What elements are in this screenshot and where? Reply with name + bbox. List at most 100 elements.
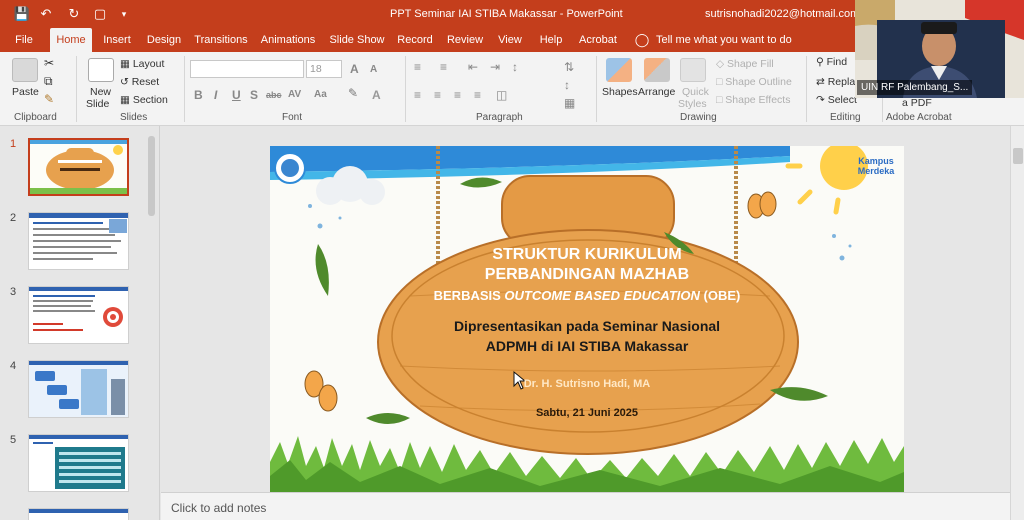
columns-icon[interactable]: ◫ (496, 88, 507, 102)
separator (806, 56, 807, 122)
scrollbar-thumb[interactable] (1013, 148, 1023, 164)
replace-button[interactable]: ⇄ Replac (816, 76, 860, 88)
editor-scrollbar[interactable] (1010, 126, 1024, 520)
layout-button[interactable]: ▦ Layout (120, 58, 164, 70)
highlight-icon[interactable]: ✎ (348, 86, 358, 100)
tab-home[interactable]: Home (50, 28, 92, 52)
thumbnail-number: 3 (10, 286, 17, 298)
find-button[interactable]: ⚲ Find (816, 56, 847, 68)
increase-font-icon[interactable]: A (350, 62, 359, 76)
customize-toolbar-icon[interactable]: ▾ (116, 6, 132, 22)
increase-indent-icon[interactable]: ⇥ (490, 60, 500, 74)
slide-thumbnail-5[interactable] (28, 434, 129, 492)
align-center-icon[interactable]: ≡ (434, 88, 441, 102)
kampus-merdeka-logo: Kampus Merdeka (857, 156, 895, 176)
slide-thumbnails-panel: 1 2 3 4 5 (0, 126, 160, 520)
format-painter-icon[interactable]: ✎ (44, 92, 54, 106)
smartart-icon[interactable]: ▦ (564, 96, 575, 110)
copy-icon[interactable]: ⧉ (44, 74, 53, 89)
slide-thumbnail-3[interactable] (28, 286, 129, 344)
shadow-icon[interactable]: S (250, 88, 258, 102)
font-family-dropdown[interactable] (190, 60, 304, 78)
tab-slide-show[interactable]: Slide Show (328, 28, 386, 52)
slide-thumbnail-6[interactable] (28, 508, 129, 520)
quick-styles-line2[interactable]: Styles (678, 98, 707, 110)
shape-fill-button[interactable]: ◇ Shape Fill (716, 58, 774, 70)
shapes-icon[interactable] (606, 58, 632, 82)
tab-acrobat[interactable]: Acrobat (576, 28, 620, 52)
bullets-icon[interactable]: ≡ (414, 60, 421, 74)
slide-thumbnail-image (29, 213, 128, 269)
arrange-icon[interactable] (644, 58, 670, 82)
decrease-indent-icon[interactable]: ⇤ (468, 60, 478, 74)
tab-review[interactable]: Review (445, 28, 485, 52)
paste-icon[interactable] (12, 58, 38, 82)
tab-record[interactable]: Record (395, 28, 435, 52)
character-spacing-icon[interactable]: AV (288, 89, 301, 100)
slide-thumbnail-4[interactable] (28, 360, 129, 418)
align-right-icon[interactable]: ≡ (454, 88, 461, 102)
slide-title-line3-emphasis: OUTCOME BASED EDUCATION (504, 288, 700, 303)
tab-help[interactable]: Help (536, 28, 566, 52)
line-spacing-icon[interactable]: ↕ (512, 60, 518, 74)
thumbnail-number: 4 (10, 360, 17, 372)
shapes-button[interactable]: Shapes (602, 86, 638, 98)
start-from-beginning-icon[interactable]: ▢ (92, 6, 108, 22)
align-text-icon[interactable]: ↕ (564, 78, 570, 92)
shape-effects-button[interactable]: □ Shape Effects (716, 94, 790, 106)
account-email[interactable]: sutrisnohadi2022@hotmail.com (705, 8, 859, 20)
slide-editor[interactable]: STRUKTUR KURIKULUM PERBANDINGAN MAZHAB B… (161, 126, 1010, 492)
save-icon[interactable]: 💾 (14, 6, 30, 22)
drawing-group-label: Drawing (680, 112, 717, 123)
shape-outline-button[interactable]: □ Shape Outline (716, 76, 792, 88)
lightbulb-icon: ◯ (634, 32, 650, 47)
justify-icon[interactable]: ≡ (474, 88, 481, 102)
tab-transitions[interactable]: Transitions (193, 28, 249, 52)
notes-pane[interactable]: Click to add notes (161, 492, 1010, 520)
slide-presented-line1[interactable]: Dipresentasikan pada Seminar Nasional (270, 318, 904, 334)
font-color-icon[interactable]: A (372, 88, 381, 102)
arrange-button[interactable]: Arrange (638, 86, 675, 98)
notes-placeholder[interactable]: Click to add notes (171, 501, 266, 515)
tab-view[interactable]: View (494, 28, 526, 52)
tab-design[interactable]: Design (144, 28, 184, 52)
slide-title-line1[interactable]: STRUKTUR KURIKULUM (270, 246, 904, 264)
new-slide-button-line1[interactable]: New (90, 86, 111, 98)
text-direction-icon[interactable]: ⇅ (564, 60, 574, 74)
current-slide[interactable]: STRUKTUR KURIKULUM PERBANDINGAN MAZHAB B… (270, 146, 904, 492)
undo-icon[interactable]: ↶ (38, 6, 54, 22)
paste-button[interactable]: Paste (12, 86, 39, 98)
new-slide-icon[interactable] (88, 58, 114, 82)
tell-me-search[interactable]: Tell me what you want to do (656, 28, 796, 52)
thumbnails-scrollbar[interactable] (148, 136, 155, 216)
create-pdf-button[interactable]: a PDF (902, 97, 932, 109)
new-slide-button-line2[interactable]: Slide (86, 98, 109, 110)
slide-author[interactable]: Dr. H. Sutrisno Hadi, MA (270, 378, 904, 390)
font-size-dropdown[interactable]: 18 (306, 60, 342, 78)
slide-title-line2[interactable]: PERBANDINGAN MAZHAB (270, 266, 904, 284)
font-group-label: Font (282, 112, 303, 123)
align-left-icon[interactable]: ≡ (414, 88, 421, 102)
decrease-font-icon[interactable]: A (370, 64, 377, 75)
quick-styles-line1[interactable]: Quick (682, 86, 709, 98)
select-button[interactable]: ↷ Select (816, 94, 857, 106)
tab-animations[interactable]: Animations (259, 28, 317, 52)
italic-icon[interactable]: I (214, 88, 217, 102)
tab-file[interactable]: File (8, 28, 40, 52)
change-case-icon[interactable]: Aa (314, 89, 327, 100)
bold-icon[interactable]: B (194, 88, 203, 102)
slide-title-line3[interactable]: BERBASIS OUTCOME BASED EDUCATION (OBE) (270, 288, 904, 303)
slide-thumbnail-2[interactable] (28, 212, 129, 270)
tab-insert[interactable]: Insert (100, 28, 134, 52)
underline-icon[interactable]: U (232, 88, 241, 102)
slide-presented-line2[interactable]: ADPMH di IAI STIBA Makassar (270, 338, 904, 354)
slide-date[interactable]: Sabtu, 21 Juni 2025 (270, 407, 904, 419)
cut-icon[interactable]: ✂ (44, 56, 54, 70)
strikethrough-icon[interactable]: abc (266, 90, 282, 100)
numbering-icon[interactable]: ≡ (440, 60, 447, 74)
quick-styles-icon[interactable] (680, 58, 706, 82)
reset-button[interactable]: ↺ Reset (120, 76, 159, 88)
section-button[interactable]: ▦ Section (120, 94, 168, 106)
redo-icon[interactable]: ↻ (66, 6, 82, 22)
slide-thumbnail-1[interactable] (28, 138, 129, 196)
